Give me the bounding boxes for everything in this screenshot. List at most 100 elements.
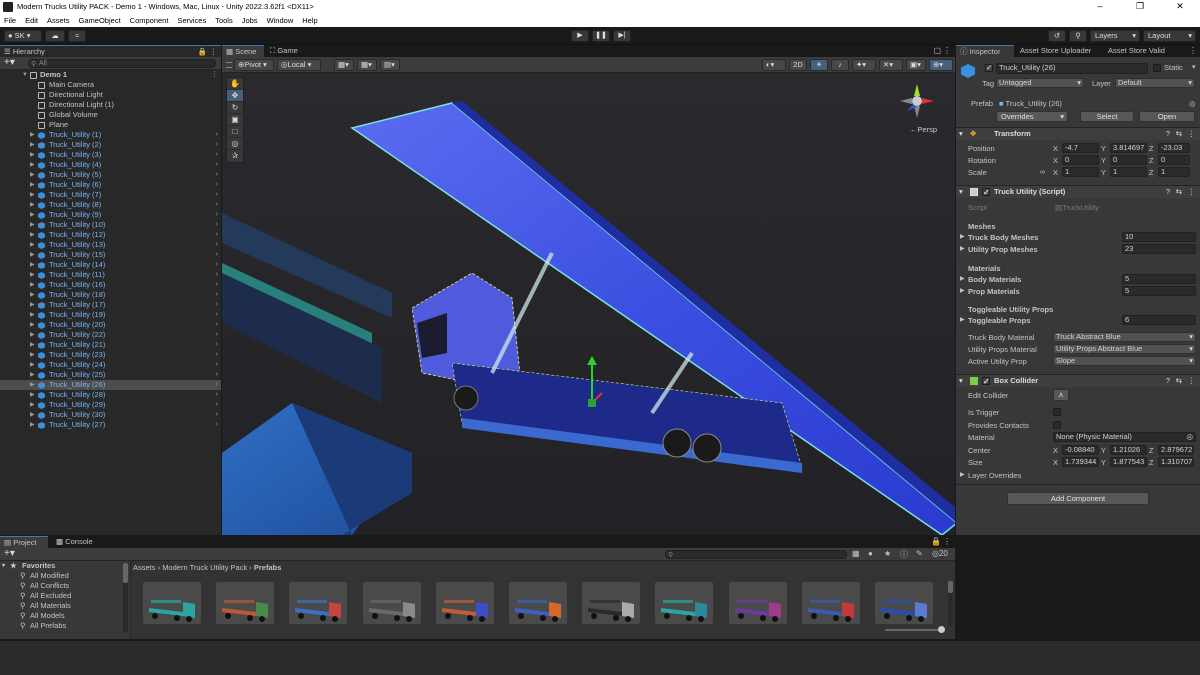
hierarchy-scene-row[interactable]: ▼ Demo 1 ⋮ bbox=[0, 70, 221, 80]
overrides-dropdown[interactable]: Overrides ▾ bbox=[996, 111, 1068, 122]
tab-asset-store-uploader[interactable]: Asset Store Uploader bbox=[1016, 45, 1104, 57]
add-component-button[interactable]: Add Component bbox=[1007, 492, 1149, 505]
prefab-thumbnail[interactable] bbox=[289, 582, 348, 624]
foldout-icon[interactable]: ▶ bbox=[30, 400, 35, 410]
foldout-icon[interactable]: ▶ bbox=[30, 220, 35, 230]
foldout-icon[interactable]: ▼ bbox=[22, 70, 28, 80]
hierarchy-object-row[interactable]: Main Camera bbox=[0, 80, 221, 90]
transform-scale-y-field[interactable]: 1 bbox=[1110, 167, 1147, 177]
edit-collider-button[interactable]: ⋏ bbox=[1053, 389, 1069, 401]
hidden-objects-icon[interactable]: ✕▾ bbox=[879, 59, 903, 71]
hierarchy-prefab-row[interactable]: ▶ Truck_Utility (1) › bbox=[0, 130, 221, 140]
foldout-icon[interactable]: ▶ bbox=[30, 250, 35, 260]
open-prefab-icon[interactable]: › bbox=[216, 310, 218, 320]
open-prefab-icon[interactable]: › bbox=[216, 130, 218, 140]
hierarchy-object-row[interactable]: Directional Light bbox=[0, 90, 221, 100]
prop-materials-count[interactable]: 5 bbox=[1122, 286, 1196, 296]
hierarchy-prefab-row[interactable]: ▶ Truck_Utility (9) › bbox=[0, 210, 221, 220]
collider-size-z-field[interactable]: 1.310707 bbox=[1158, 457, 1194, 467]
help-icon[interactable]: ? bbox=[1166, 186, 1170, 198]
preset-icon[interactable]: ⇆ bbox=[1176, 128, 1182, 140]
transform-position-y-field[interactable]: 3.814697 bbox=[1110, 143, 1147, 153]
menu-jobs[interactable]: Jobs bbox=[242, 16, 258, 25]
hierarchy-prefab-row[interactable]: ▶ Truck_Utility (12) › bbox=[0, 230, 221, 240]
cloud-icon[interactable]: ☁ bbox=[45, 30, 65, 42]
foldout-icon[interactable]: ▶ bbox=[30, 240, 35, 250]
foldout-icon[interactable]: ▶ bbox=[30, 190, 35, 200]
search-by-label-icon[interactable]: ● bbox=[868, 549, 873, 558]
minimize-icon[interactable]: – bbox=[1080, 0, 1120, 13]
menu-services[interactable]: Services bbox=[177, 16, 206, 25]
scale-tool-icon[interactable]: ▣ bbox=[227, 114, 243, 126]
static-dropdown-icon[interactable]: ▾ bbox=[1192, 63, 1196, 71]
tag-dropdown[interactable]: Untagged ▾ bbox=[996, 78, 1084, 88]
foldout-icon[interactable]: ▶ bbox=[30, 170, 35, 180]
open-prefab-icon[interactable]: › bbox=[216, 260, 218, 270]
open-prefab-icon[interactable]: › bbox=[216, 250, 218, 260]
foldout-icon[interactable]: ▶ bbox=[30, 230, 35, 240]
scroll-thumb[interactable] bbox=[948, 581, 953, 593]
kebab-menu-icon[interactable]: ⋮ bbox=[1188, 128, 1196, 140]
grid-snap-icon[interactable]: ▦▾ bbox=[334, 59, 354, 71]
provides-contacts-checkbox[interactable] bbox=[1053, 421, 1061, 429]
hierarchy-prefab-row[interactable]: ▶ Truck_Utility (4) › bbox=[0, 160, 221, 170]
lighting-icon[interactable]: ☀ bbox=[810, 59, 828, 71]
transform-scale-z-field[interactable]: 1 bbox=[1158, 167, 1190, 177]
project-search-input[interactable]: ⚲ bbox=[665, 550, 847, 559]
hierarchy-object-row[interactable]: Plane bbox=[0, 120, 221, 130]
prefab-thumbnail[interactable] bbox=[435, 582, 494, 624]
maximize-icon[interactable]: ❐ bbox=[1120, 0, 1160, 13]
preset-icon[interactable]: ⇆ bbox=[1176, 375, 1182, 387]
projection-label[interactable]: ←Persp bbox=[910, 125, 937, 134]
foldout-icon[interactable]: ▶ bbox=[30, 330, 35, 340]
foldout-icon[interactable]: ▶ bbox=[30, 200, 35, 210]
transform-position-x-field[interactable]: -4.7 bbox=[1062, 143, 1099, 153]
object-name-field[interactable]: Truck_Utility (26) bbox=[996, 63, 1148, 74]
kebab-menu-icon[interactable]: ⋮ bbox=[943, 46, 951, 55]
hierarchy-prefab-row[interactable]: ▶ Truck_Utility (8) › bbox=[0, 200, 221, 210]
hierarchy-prefab-row[interactable]: ▶ Truck_Utility (30) › bbox=[0, 410, 221, 420]
tab-asset-store-valid[interactable]: Asset Store Valid bbox=[1104, 45, 1184, 57]
truck-body-meshes-count[interactable]: 10 bbox=[1122, 232, 1196, 242]
open-prefab-icon[interactable]: › bbox=[216, 410, 218, 420]
breadcrumb-prefabs[interactable]: Prefabs bbox=[254, 563, 282, 572]
open-prefab-icon[interactable]: › bbox=[216, 400, 218, 410]
transform-position-z-field[interactable]: -23.03 bbox=[1158, 143, 1190, 153]
foldout-icon[interactable]: ▶ bbox=[30, 350, 35, 360]
kebab-menu-icon[interactable]: ⋮ bbox=[1188, 186, 1196, 198]
toggle-2d-button[interactable]: 2D bbox=[789, 59, 807, 71]
foldout-icon[interactable]: ▶ bbox=[30, 370, 35, 380]
foldout-icon[interactable]: ▶ bbox=[30, 210, 35, 220]
open-prefab-icon[interactable]: › bbox=[216, 280, 218, 290]
prefab-thumbnail[interactable] bbox=[728, 582, 787, 624]
layer-overrides-row[interactable]: ▶ Layer Overrides bbox=[956, 470, 1200, 481]
preset-icon[interactable]: ⇆ bbox=[1176, 186, 1182, 198]
add-object-button[interactable]: +▾ bbox=[4, 57, 15, 68]
open-prefab-icon[interactable]: › bbox=[216, 420, 218, 430]
scene-render[interactable] bbox=[222, 73, 955, 535]
hierarchy-prefab-row[interactable]: ▶ Truck_Utility (16) › bbox=[0, 280, 221, 290]
select-button[interactable]: Select bbox=[1080, 111, 1134, 122]
kebab-menu-icon[interactable]: ⋮ bbox=[943, 537, 951, 546]
open-prefab-icon[interactable]: › bbox=[216, 140, 218, 150]
hand-tool-icon[interactable]: ✋ bbox=[227, 78, 243, 90]
toggleable-props-row[interactable]: ▶ Toggleable Props 6 bbox=[956, 315, 1200, 326]
space-dropdown[interactable]: ◎Local ▾ bbox=[277, 59, 321, 71]
hierarchy-prefab-row[interactable]: ▶ Truck_Utility (15) › bbox=[0, 250, 221, 260]
transform-rotation-z-field[interactable]: 0 bbox=[1158, 155, 1190, 165]
hierarchy-prefab-row[interactable]: ▶ Truck_Utility (26) › bbox=[0, 380, 221, 390]
transform-scale-x-field[interactable]: 1 bbox=[1062, 167, 1099, 177]
active-checkbox[interactable]: ✓ bbox=[985, 63, 993, 72]
foldout-icon[interactable]: ▶ bbox=[30, 390, 35, 400]
open-prefab-icon[interactable]: › bbox=[216, 290, 218, 300]
hierarchy-prefab-row[interactable]: ▶ Truck_Utility (3) › bbox=[0, 150, 221, 160]
foldout-icon[interactable]: ▶ bbox=[30, 320, 35, 330]
maximize-panel-icon[interactable]: ▢ bbox=[933, 46, 941, 55]
menu-file[interactable]: File bbox=[4, 16, 16, 25]
transform-rotation-y-field[interactable]: 0 bbox=[1110, 155, 1147, 165]
menu-edit[interactable]: Edit bbox=[25, 16, 38, 25]
help-icon[interactable]: ? bbox=[1166, 375, 1170, 387]
foldout-icon[interactable]: ▶ bbox=[30, 150, 35, 160]
open-prefab-icon[interactable]: › bbox=[216, 180, 218, 190]
pause-button[interactable]: ❚❚ bbox=[592, 30, 610, 42]
